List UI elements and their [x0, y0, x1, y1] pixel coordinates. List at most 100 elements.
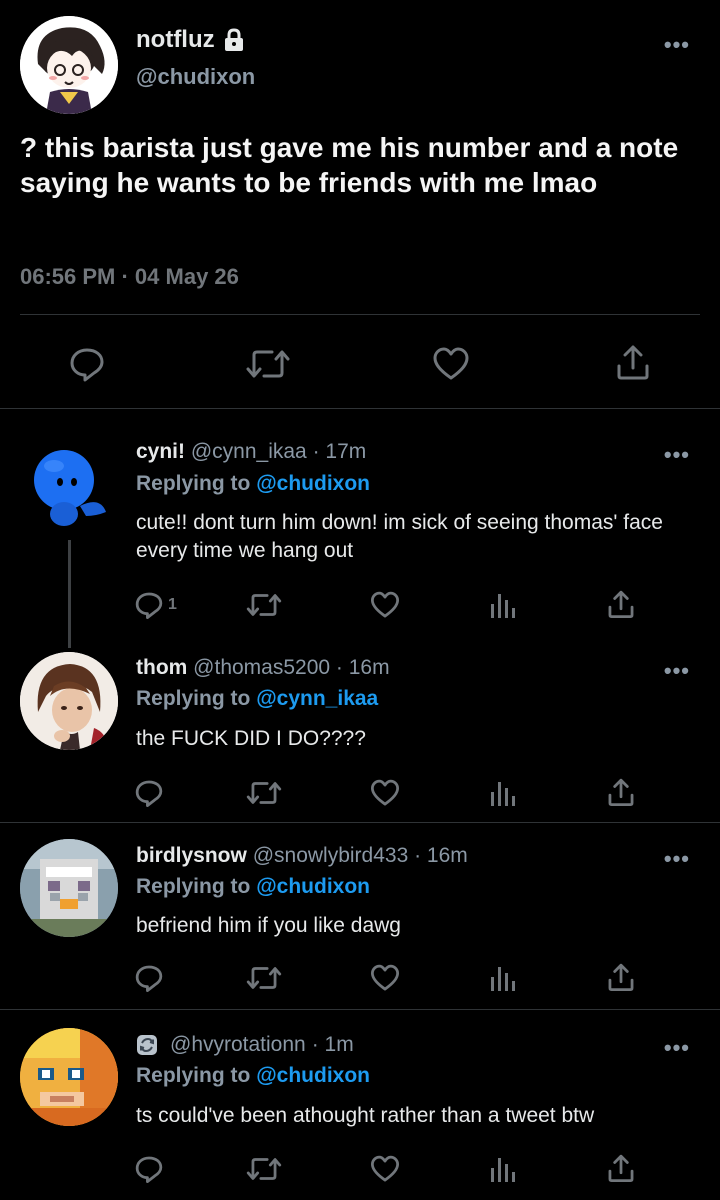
share-icon: [606, 961, 636, 993]
timestamp[interactable]: 06:56 PM · 04 May 26: [20, 264, 239, 290]
retweet-icon: [246, 1154, 282, 1184]
reply-meta: birdlysnow @snowlybird433 · 16m: [136, 844, 468, 868]
replying-handle[interactable]: @chudixon: [256, 1064, 370, 1087]
like-button[interactable]: [370, 590, 400, 620]
analytics-button[interactable]: [488, 963, 516, 993]
reply-icon: [68, 345, 106, 383]
reply-icon: [134, 1154, 164, 1184]
replying-to: Replying to @chudixon: [136, 875, 370, 899]
share-button[interactable]: [606, 776, 636, 808]
share-icon: [614, 342, 652, 382]
handle[interactable]: @thomas5200: [193, 656, 330, 679]
more-dots-icon[interactable]: •••: [664, 846, 690, 872]
handle[interactable]: @hvyrotationn: [170, 1033, 306, 1057]
reply-button[interactable]: [134, 963, 168, 993]
avatar-image: [20, 16, 118, 114]
reply-button[interactable]: [134, 1154, 168, 1184]
share-icon: [606, 776, 636, 808]
reply-text: the FUCK DID I DO????: [136, 727, 366, 750]
replying-handle[interactable]: @cynn_ikaa: [256, 687, 378, 710]
more-dots-icon[interactable]: •••: [664, 442, 690, 468]
share-button[interactable]: [606, 961, 636, 993]
time: · 16m: [414, 844, 468, 867]
heart-icon: [370, 778, 400, 808]
analytics-button[interactable]: [488, 1154, 516, 1184]
analytics-button[interactable]: [488, 590, 516, 620]
like-button[interactable]: [432, 345, 470, 383]
handle[interactable]: @cynn_ikaa: [191, 440, 307, 463]
retweet-button[interactable]: [246, 345, 290, 383]
reply-icon: [134, 590, 164, 620]
avatar-image: [20, 436, 118, 534]
avatar[interactable]: [20, 436, 118, 534]
more-dots-icon[interactable]: •••: [664, 658, 690, 684]
time: · 16m: [335, 656, 390, 679]
tweet-text: ? this barista just gave me his number a…: [20, 132, 679, 198]
handle[interactable]: @snowlybird433: [253, 844, 409, 867]
time: · 1m: [311, 1033, 354, 1056]
replying-handle[interactable]: @chudixon: [256, 472, 370, 495]
more-dots-icon[interactable]: •••: [664, 1035, 690, 1061]
lock-icon: [223, 28, 245, 52]
avatar[interactable]: [20, 839, 118, 937]
avatar[interactable]: [20, 16, 118, 114]
retweet-icon: [246, 963, 282, 993]
like-button[interactable]: [370, 778, 400, 808]
heart-icon: [432, 345, 470, 383]
tweet-actions: [0, 340, 720, 390]
share-icon: [606, 1152, 636, 1184]
display-name[interactable]: birdlysnow: [136, 844, 247, 867]
like-button[interactable]: [370, 963, 400, 993]
more-dots-icon[interactable]: •••: [664, 32, 690, 58]
reply-tweet[interactable]: @hvyrotationn · 1m ••• Replying to @chud…: [0, 1012, 720, 1200]
retweet-button[interactable]: [246, 963, 282, 993]
reply-count: 1: [168, 596, 177, 613]
time: · 17m: [312, 440, 367, 463]
share-button[interactable]: [606, 588, 636, 620]
divider: [0, 1009, 720, 1010]
reply-tweet[interactable]: cyni! @cynn_ikaa · 17m ••• Replying to @…: [0, 410, 720, 640]
display-name[interactable]: cyni!: [136, 440, 185, 463]
rotate-icon: [136, 1034, 158, 1056]
reply-icon: [134, 778, 164, 808]
analytics-icon: [488, 963, 516, 993]
display-name[interactable]: thom: [136, 656, 187, 679]
divider: [20, 314, 700, 315]
retweet-button[interactable]: [246, 590, 282, 620]
reply-actions: [0, 1150, 720, 1190]
avatar-image: [20, 1028, 118, 1126]
reply-button[interactable]: 1: [134, 590, 177, 620]
divider: [0, 822, 720, 823]
reply-button[interactable]: [68, 345, 106, 383]
reply-tweet[interactable]: thom @thomas5200 · 16m ••• Replying to @…: [0, 640, 720, 824]
replying-to: Replying to @chudixon: [136, 472, 370, 496]
replying-prefix: Replying to: [136, 687, 251, 710]
share-button[interactable]: [606, 1152, 636, 1184]
replying-prefix: Replying to: [136, 1064, 251, 1087]
replying-to: Replying to @cynn_ikaa: [136, 687, 378, 711]
share-button[interactable]: [614, 342, 652, 382]
handle[interactable]: @chudixon: [136, 64, 255, 90]
reply-text: cute!! dont turn him down! im sick of se…: [136, 511, 663, 562]
avatar[interactable]: [20, 1028, 118, 1126]
analytics-button[interactable]: [488, 778, 516, 808]
main-tweet: notfluz @chudixon ••• ? this barista jus…: [0, 0, 720, 410]
reply-button[interactable]: [134, 778, 168, 808]
reply-tweet[interactable]: birdlysnow @snowlybird433 · 16m ••• Repl…: [0, 825, 720, 1011]
avatar[interactable]: [20, 652, 118, 750]
display-name[interactable]: notfluz: [136, 26, 245, 54]
replying-handle[interactable]: @chudixon: [256, 875, 370, 898]
replying-to: Replying to @chudixon: [136, 1064, 370, 1088]
retweet-button[interactable]: [246, 1154, 282, 1184]
reply-icon: [134, 963, 164, 993]
display-name-text: notfluz: [136, 26, 215, 53]
divider: [0, 408, 720, 409]
retweet-button[interactable]: [246, 778, 282, 808]
reply-actions: [0, 774, 720, 814]
replying-prefix: Replying to: [136, 875, 251, 898]
like-button[interactable]: [370, 1154, 400, 1184]
reply-meta: thom @thomas5200 · 16m: [136, 656, 390, 680]
analytics-icon: [488, 590, 516, 620]
analytics-icon: [488, 778, 516, 808]
reply-text: befriend him if you like dawg: [136, 914, 401, 937]
